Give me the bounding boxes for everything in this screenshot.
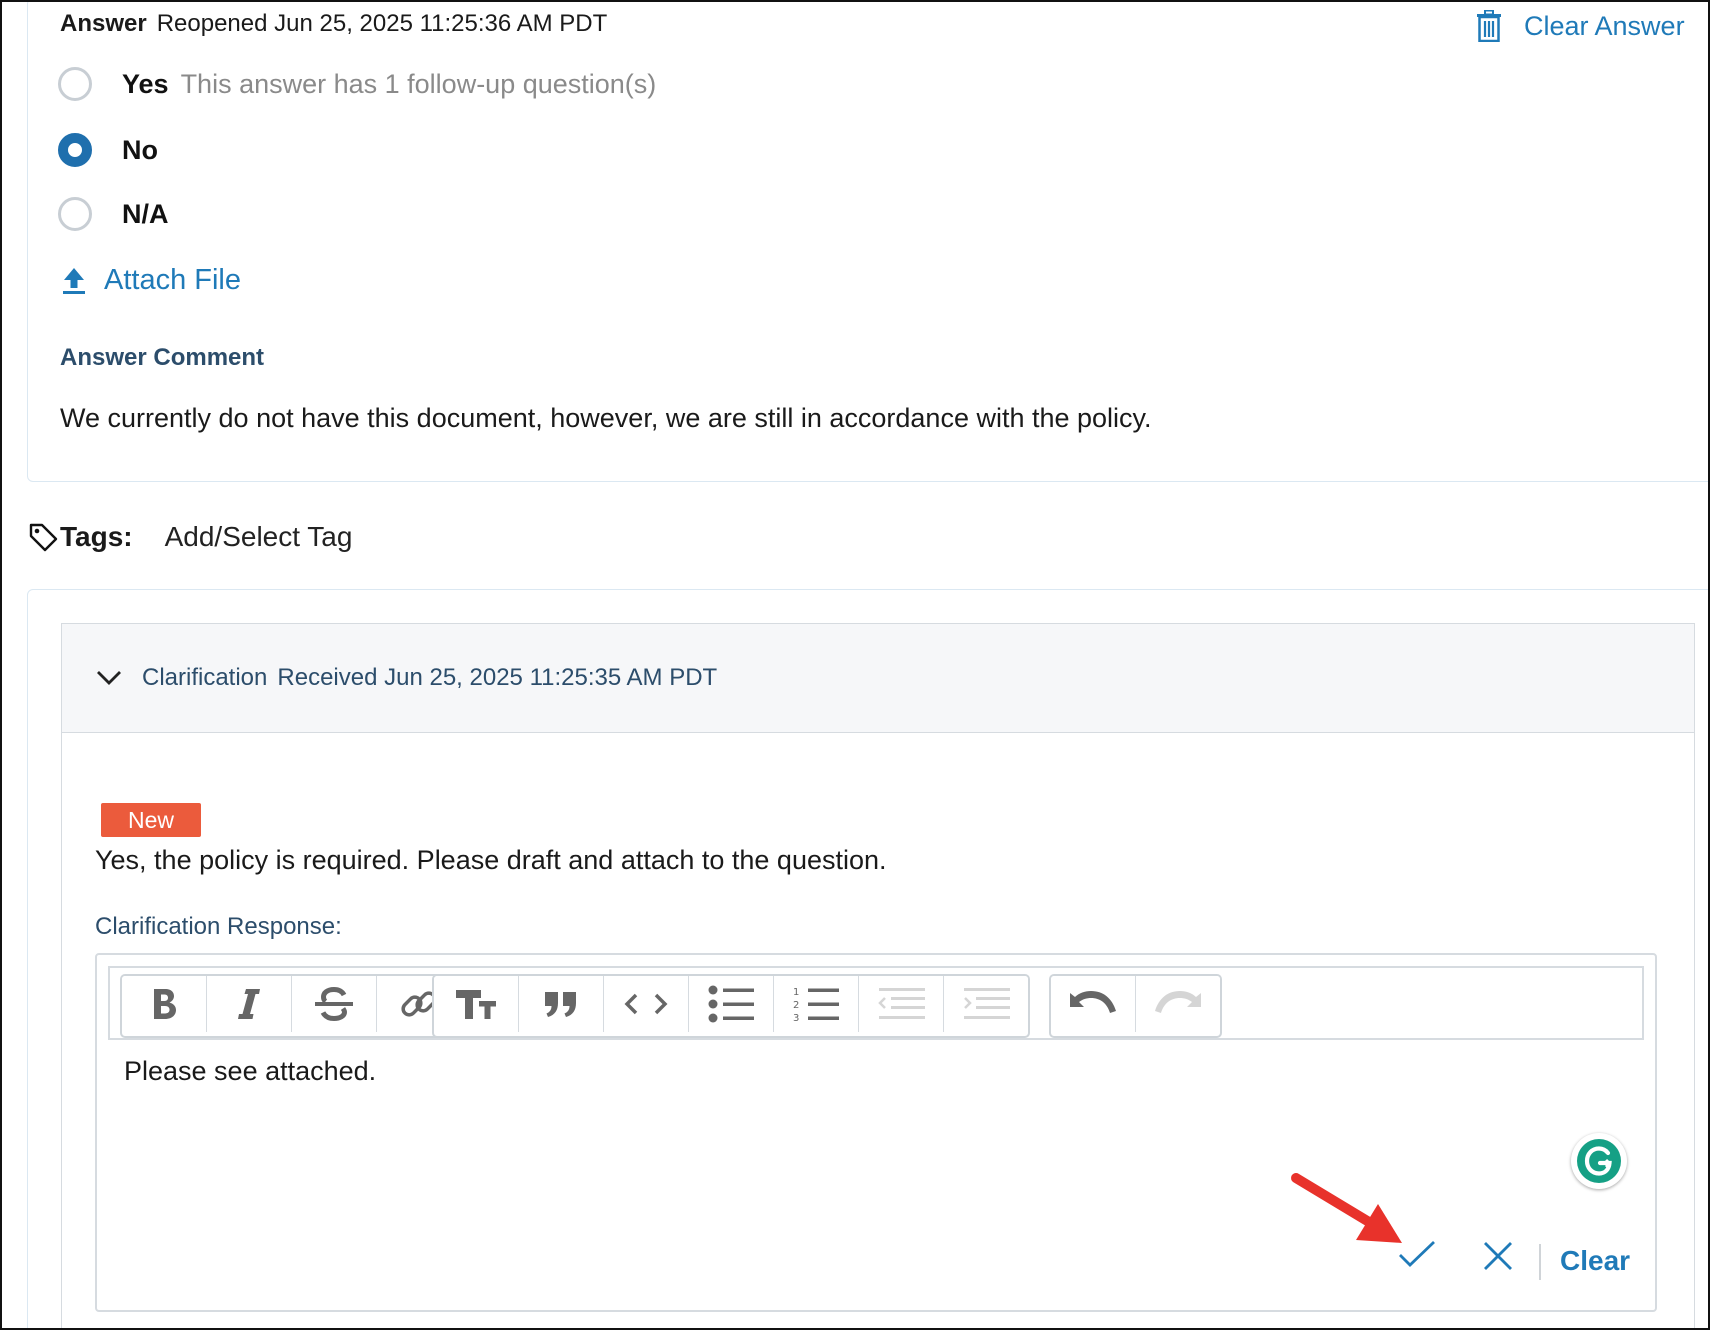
radio-option-no[interactable]: No: [58, 133, 158, 167]
page-frame: Answer Reopened Jun 25, 2025 11:25:36 AM …: [0, 0, 1710, 1330]
clarification-header[interactable]: Clarification Received Jun 25, 2025 11:25…: [62, 624, 1694, 733]
bullet-list-button[interactable]: [689, 976, 774, 1032]
editor-content[interactable]: Please see attached.: [124, 1056, 376, 1087]
clarification-label: Clarification: [142, 664, 268, 691]
trash-icon: [1477, 10, 1501, 42]
indent-icon: [964, 988, 1010, 1019]
code-button[interactable]: [604, 976, 689, 1032]
indent-button[interactable]: [944, 976, 1028, 1032]
add-select-tag-button[interactable]: Add/Select Tag: [165, 521, 353, 553]
action-divider: [1539, 1244, 1541, 1280]
redo-icon: [1155, 991, 1201, 1013]
heading-icon: [456, 990, 496, 1019]
close-icon[interactable]: [1482, 1240, 1514, 1272]
undo-button[interactable]: [1051, 976, 1136, 1032]
svg-text:2: 2: [793, 1000, 799, 1011]
grammarly-button[interactable]: [1571, 1133, 1627, 1189]
radio-option-yes[interactable]: Yes This answer has 1 follow-up question…: [58, 67, 656, 101]
upload-icon: [63, 267, 85, 294]
chevron-down-icon[interactable]: [96, 670, 122, 686]
radio-option-na[interactable]: N/A: [58, 197, 169, 231]
attach-file-label: Attach File: [104, 264, 241, 296]
quote-button[interactable]: [519, 976, 604, 1032]
clarification-response-label: Clarification Response:: [95, 913, 342, 940]
tags-label: Tags:: [60, 521, 133, 552]
answer-status: Reopened Jun 25, 2025 11:25:36 AM PDT: [156, 10, 608, 37]
bold-icon: [154, 989, 176, 1019]
annotation-arrow-icon: [1291, 1173, 1402, 1243]
strikethrough-icon: [315, 987, 353, 1021]
numbered-list-icon: 1 2 3: [793, 987, 839, 1023]
redo-button[interactable]: [1136, 976, 1220, 1032]
editor-toolbar: 1 2 3: [108, 966, 1644, 1040]
check-icon[interactable]: [1397, 1238, 1437, 1270]
code-icon: [624, 993, 668, 1015]
strikethrough-button[interactable]: [292, 976, 377, 1032]
answer-label: Answer: [60, 10, 147, 37]
numbered-list-button[interactable]: 1 2 3: [774, 976, 859, 1032]
quote-icon: [545, 992, 576, 1017]
attach-file-button[interactable]: Attach File: [62, 264, 241, 297]
italic-icon: [238, 989, 260, 1019]
tags-row: Tags: Add/Select Tag: [28, 521, 352, 553]
tag-icon: [29, 523, 58, 552]
radio-na[interactable]: [58, 197, 92, 231]
follow-up-hint: This answer has 1 follow-up question(s): [180, 68, 657, 99]
italic-button[interactable]: [207, 976, 292, 1032]
radio-label-no: No: [122, 134, 158, 165]
grammarly-icon: [1577, 1139, 1621, 1183]
answer-comment-label: Answer Comment: [60, 344, 265, 371]
clarification-text: Yes, the policy is required. Please draf…: [95, 845, 887, 875]
outdent-button[interactable]: [859, 976, 944, 1032]
outdent-icon: [878, 988, 925, 1019]
bold-button[interactable]: [122, 976, 207, 1032]
clarification-title: Clarification Received Jun 25, 2025 11:25…: [142, 664, 727, 692]
clear-answer-button[interactable]: Clear Answer: [1476, 10, 1685, 42]
answer-comment-text: We currently do not have this document, …: [60, 403, 1152, 433]
clarification-received: Received Jun 25, 2025 11:25:35 AM PDT: [277, 664, 718, 691]
toolbar-group-history: [1049, 974, 1222, 1038]
toolbar-group-blocks: 1 2 3: [432, 974, 1030, 1038]
radio-yes[interactable]: [58, 67, 92, 101]
new-badge: New: [101, 803, 201, 837]
radio-label-yes: Yes: [122, 68, 169, 99]
bullet-list-icon: [708, 985, 754, 1023]
answer-header: Answer Reopened Jun 25, 2025 11:25:36 AM …: [60, 10, 607, 38]
radio-label-na: N/A: [122, 198, 169, 229]
svg-text:1: 1: [793, 987, 799, 998]
clear-answer-label: Clear Answer: [1524, 10, 1685, 41]
radio-no[interactable]: [58, 133, 92, 167]
svg-text:3: 3: [793, 1013, 799, 1023]
clear-response-button[interactable]: Clear: [1560, 1245, 1630, 1277]
undo-icon: [1070, 991, 1116, 1013]
heading-button[interactable]: [434, 976, 519, 1032]
toolbar-group-format: [120, 974, 463, 1038]
